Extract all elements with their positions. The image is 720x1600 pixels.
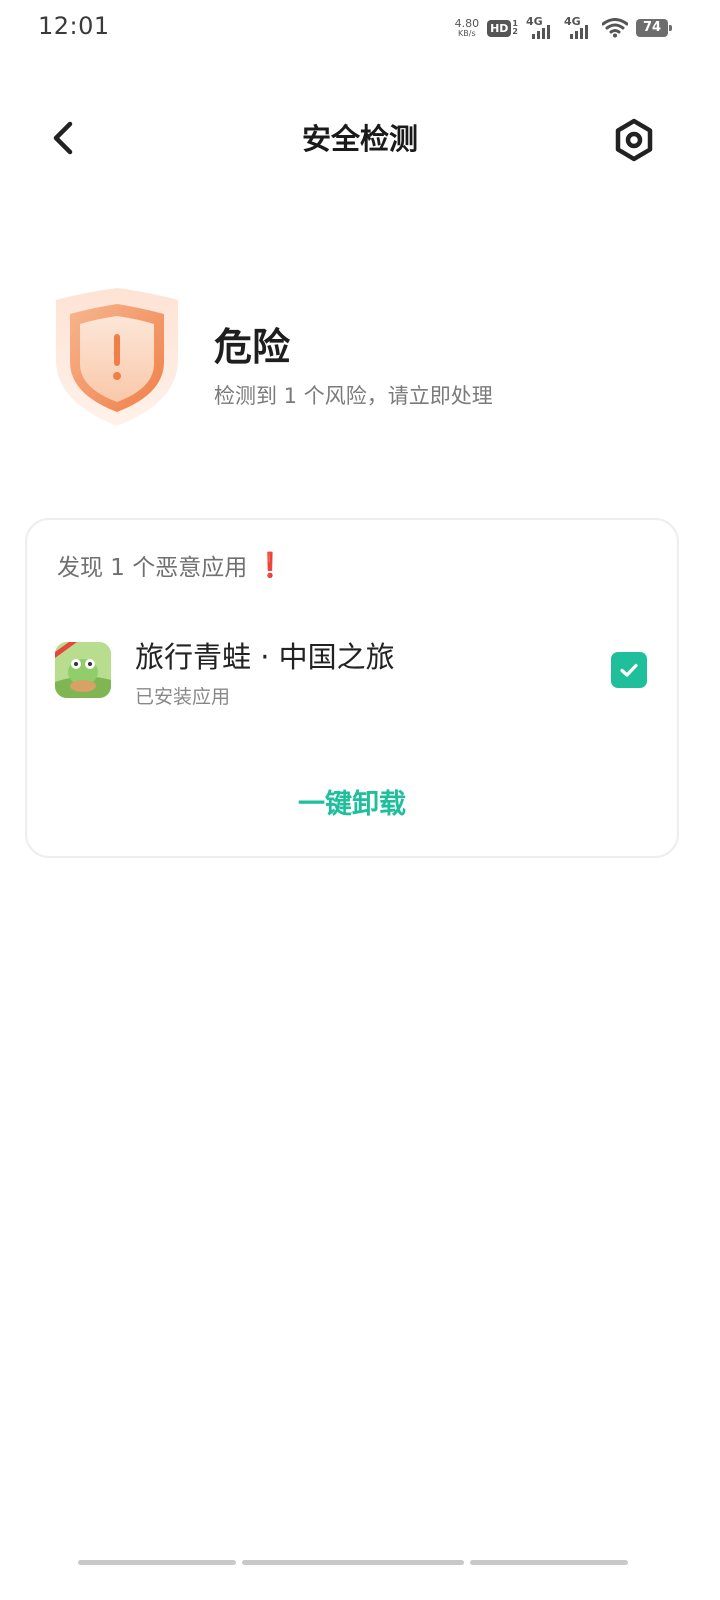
- app-name: 旅行青蛙 · 中国之旅: [135, 640, 395, 674]
- settings-hex-icon: [615, 118, 653, 162]
- app-list-item[interactable]: 旅行青蛙 · 中国之旅 已安装应用: [27, 620, 677, 720]
- security-check-screen: 12:01 4.80 KB/s HD 1 2 4G 4G 74 安全检测 危险 …: [0, 0, 720, 1600]
- hd-voice-icon: HD 1 2: [487, 19, 518, 37]
- one-click-uninstall-button[interactable]: 一键卸载: [27, 782, 677, 821]
- risk-status-desc: 检测到 1 个风险，请立即处理: [214, 384, 493, 408]
- check-icon: [620, 663, 638, 677]
- hd-label: HD: [487, 19, 512, 37]
- card-heading-text: 发现 1 个恶意应用: [57, 555, 248, 581]
- nav-gesture-bar-right: [470, 1560, 628, 1565]
- net-speed-value: 4.80: [454, 17, 480, 30]
- nav-gesture-bar-left: [78, 1560, 236, 1565]
- card-heading: 发现 1 个恶意应用 ❗: [57, 548, 285, 582]
- hd-sub-bottom: 2: [512, 27, 518, 36]
- warning-shield-icon: [52, 284, 182, 430]
- signal-icon-sim1: 4G: [526, 15, 556, 41]
- signal-icon-sim2: 4G: [564, 15, 594, 41]
- net-speed: 4.80 KB/s: [455, 18, 480, 38]
- app-install-status: 已安装应用: [135, 686, 231, 708]
- status-time: 12:01: [38, 12, 110, 40]
- hd-sub: 1 2: [512, 20, 518, 36]
- status-bar: 12:01 4.80 KB/s HD 1 2 4G 4G 74: [0, 0, 720, 56]
- net-speed-unit: KB/s: [458, 29, 476, 38]
- exclamation-icon: ❗: [255, 551, 286, 579]
- battery-icon: 74: [636, 19, 672, 37]
- wifi-icon: [602, 18, 628, 38]
- battery-level: 74: [642, 20, 662, 35]
- status-icons: 4.80 KB/s HD 1 2 4G 4G 74: [455, 14, 672, 42]
- risk-status-title: 危险: [214, 325, 291, 369]
- nav-gesture-bar-center: [242, 1560, 464, 1565]
- malicious-app-card: 发现 1 个恶意应用 ❗ 旅行青蛙 · 中国之旅 已安装应用 一键卸载: [25, 518, 679, 858]
- app-icon-frog: [55, 642, 111, 698]
- settings-button[interactable]: [610, 116, 658, 164]
- app-select-checkbox[interactable]: [611, 652, 647, 688]
